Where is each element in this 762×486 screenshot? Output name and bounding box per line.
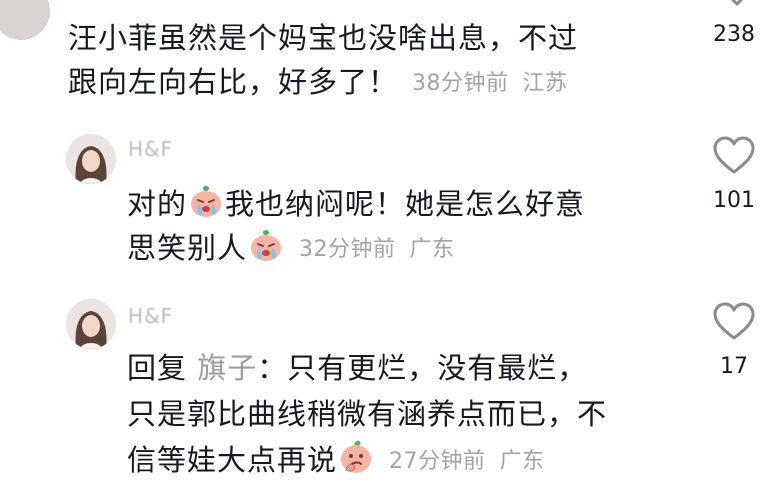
reply-line: 对的 <box>127 187 188 221</box>
heart-icon[interactable] <box>717 0 757 8</box>
comment-line: 跟向左向右比，好多了！ <box>68 65 399 99</box>
comment-text: 跟向左向右比，好多了！ 38分钟前 江苏 <box>68 58 568 108</box>
reply-line: 思笑别人 <box>127 231 248 265</box>
comment-text: 汪小菲虽然是个妈宝也没啥出息，不过 <box>68 14 578 62</box>
heart-icon[interactable] <box>712 136 756 176</box>
reply-line: 只是郭比曲线稍微有涵养点而已，不 <box>127 397 608 431</box>
avatar[interactable] <box>66 299 116 349</box>
like-count: 101 <box>713 188 755 213</box>
reply-prefix: 回复 <box>127 351 188 385</box>
reply-text: 信等娃大点再说 27分钟前 广东 <box>127 436 545 486</box>
thinking-face-emoji <box>341 441 372 473</box>
username[interactable]: H&F <box>128 137 173 161</box>
crying-face-emoji <box>191 186 222 217</box>
username[interactable]: H&F <box>128 304 173 328</box>
avatar-top[interactable] <box>0 0 50 40</box>
avatar-image <box>66 299 116 349</box>
like-count: 238 <box>713 22 755 47</box>
reply-line: 我也纳闷呢！她是怎么好意 <box>225 187 586 221</box>
reply-text: 思笑别人 32分钟前 广东 <box>127 224 455 274</box>
reply-time: 27分钟前 <box>389 449 486 474</box>
reply-text: 回复 旗子：只有更烂，没有最烂， <box>127 344 587 392</box>
comment-time: 38分钟前 <box>412 71 509 96</box>
reply-line: 信等娃大点再说 <box>127 443 338 477</box>
crying-face-emoji <box>251 230 282 261</box>
comment-line: 汪小菲虽然是个妈宝也没啥出息，不过 <box>68 21 579 55</box>
reply-line: ：只有更烂，没有最烂， <box>257 351 588 385</box>
avatar[interactable] <box>66 134 116 184</box>
reply-text: 对的 我也纳闷呢！她是怎么好意 <box>127 180 585 228</box>
reply-text: 只是郭比曲线稍微有涵养点而已，不 <box>127 390 607 438</box>
reply-location: 广东 <box>499 449 545 474</box>
reply-time: 32分钟前 <box>299 237 396 262</box>
reply-location: 广东 <box>409 237 455 262</box>
avatar-image <box>66 134 116 184</box>
like-count: 17 <box>720 354 748 379</box>
comment-location: 江苏 <box>522 71 568 96</box>
reply-to-user[interactable]: 旗子 <box>197 351 257 385</box>
heart-icon[interactable] <box>712 302 756 342</box>
